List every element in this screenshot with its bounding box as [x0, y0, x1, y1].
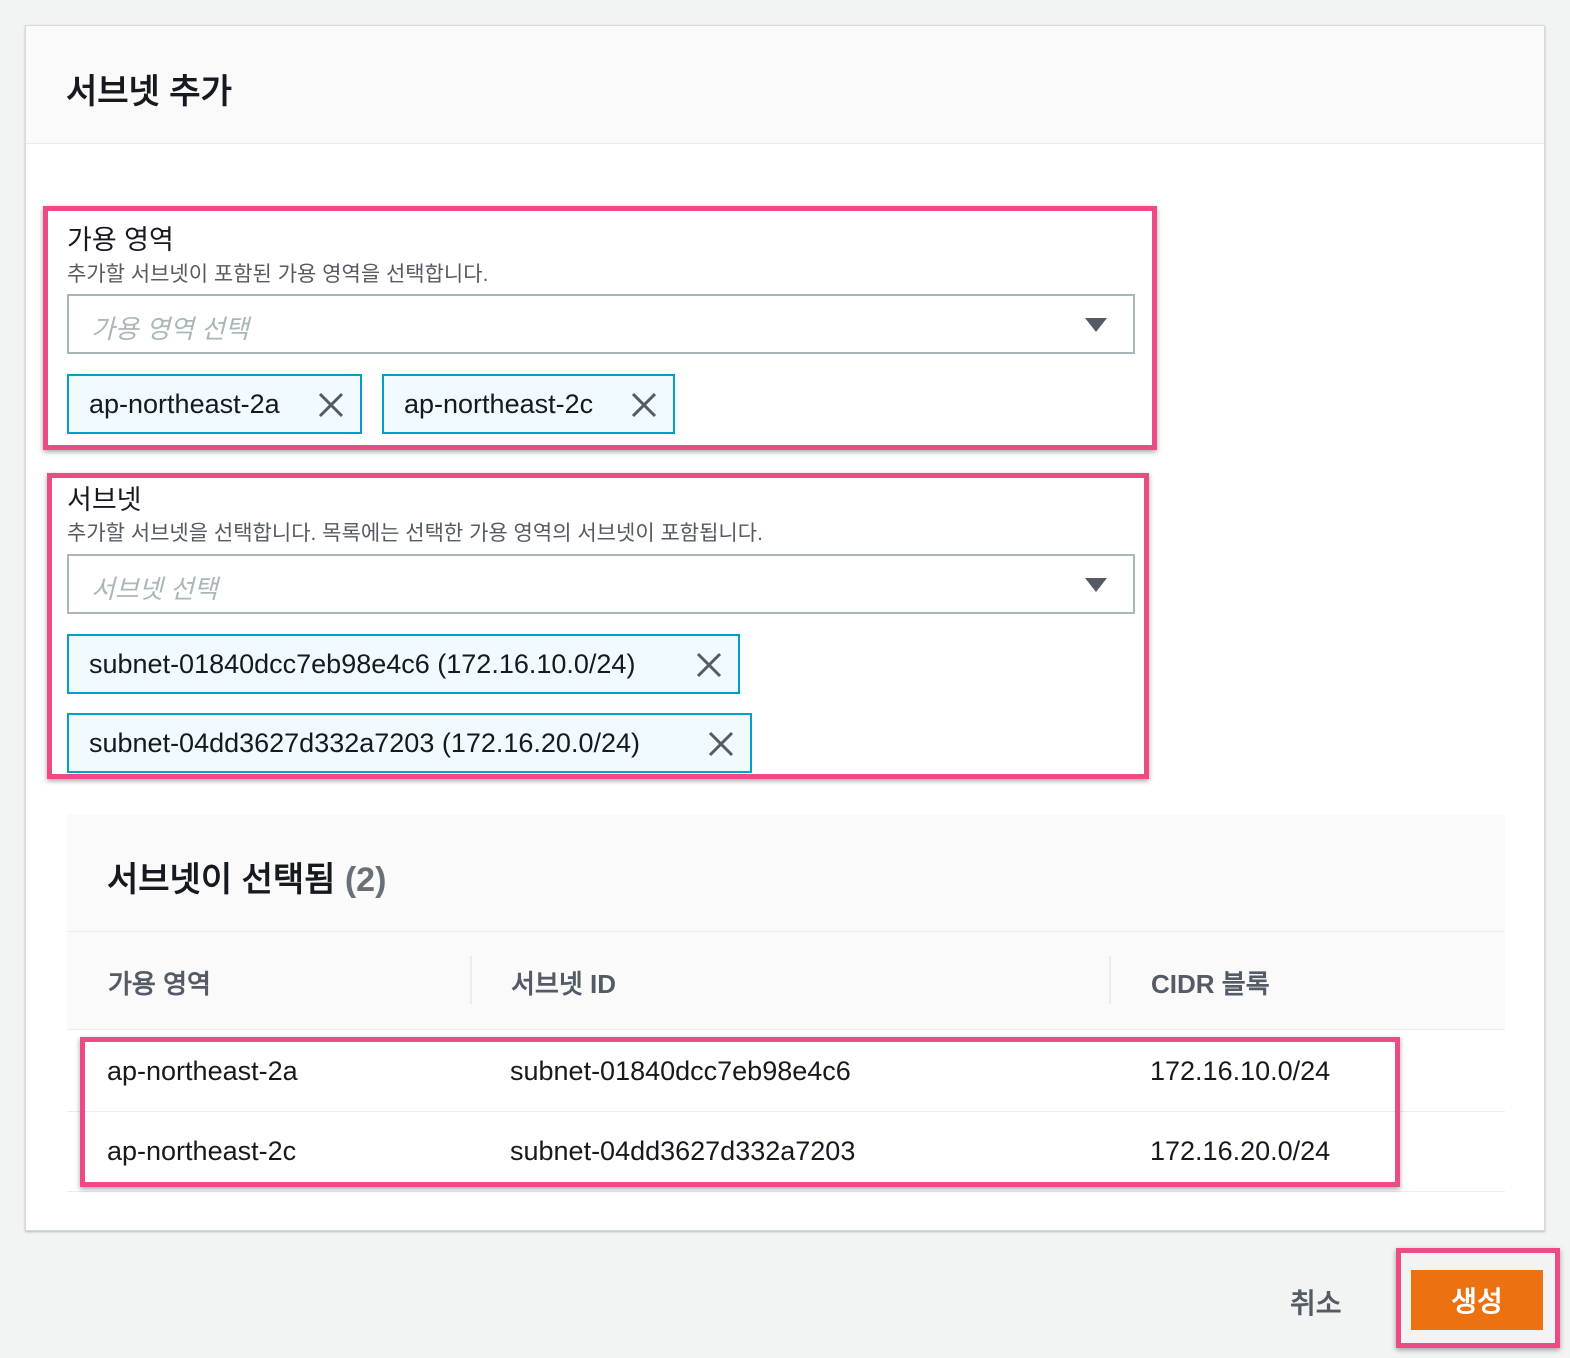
create-button[interactable]: 생성 — [1411, 1270, 1543, 1330]
cell-az: ap-northeast-2c — [107, 1136, 297, 1166]
subnet-token: subnet-04dd3627d332a7203 (172.16.20.0/24… — [67, 713, 752, 773]
column-header-cidr[interactable]: CIDR 블록 — [1151, 964, 1270, 1001]
cell-subnet-id: subnet-01840dcc7eb98e4c6 — [510, 1056, 851, 1086]
close-icon[interactable] — [316, 390, 346, 420]
column-divider[interactable] — [1109, 956, 1111, 1004]
column-header-subnet-id[interactable]: 서브넷 ID — [511, 964, 616, 1001]
column-header-az[interactable]: 가용 영역 — [108, 964, 211, 1001]
az-token-label: ap-northeast-2c — [404, 388, 594, 419]
cell-cidr: 172.16.20.0/24 — [1150, 1136, 1331, 1166]
panel-title: 서브넷 추가 — [66, 73, 232, 111]
panel-header: 서브넷 추가 — [26, 26, 1544, 144]
subnet-token-label: subnet-01840dcc7eb98e4c6 (172.16.10.0/24… — [89, 648, 636, 679]
subnet-token: subnet-01840dcc7eb98e4c6 (172.16.10.0/24… — [67, 634, 740, 694]
az-token: ap-northeast-2c — [382, 374, 675, 434]
selected-subnets-table: 서브넷이 선택됨 (2) 가용 영역 서브넷 ID CIDR 블록 ap-nor… — [67, 814, 1505, 1192]
subnet-field-label: 서브넷 — [67, 485, 142, 515]
column-header-row: 가용 영역 서브넷 ID CIDR 블록 — [67, 932, 1505, 1030]
table-count: (2) — [344, 861, 387, 899]
subnet-field-description: 추가할 서브넷을 선택합니다. 목록에는 선택한 가용 영역의 서브넷이 포함됩… — [67, 522, 763, 545]
table-title: 서브넷이 선택됨 (2) — [107, 852, 386, 901]
close-icon[interactable] — [694, 650, 724, 680]
close-icon[interactable] — [629, 390, 659, 420]
caret-down-icon — [1085, 578, 1107, 592]
caret-down-icon — [1085, 318, 1107, 332]
cancel-button[interactable]: 취소 — [1290, 1282, 1342, 1322]
cell-az: ap-northeast-2a — [107, 1056, 298, 1086]
cell-cidr: 172.16.10.0/24 — [1150, 1056, 1331, 1086]
az-select-placeholder: 가용 영역 선택 — [91, 314, 249, 344]
column-divider[interactable] — [470, 956, 472, 1004]
table-row: ap-northeast-2c subnet-04dd3627d332a7203… — [67, 1112, 1505, 1192]
subnet-select-placeholder: 서브넷 선택 — [91, 574, 218, 604]
subnet-select[interactable]: 서브넷 선택 — [67, 554, 1135, 614]
add-subnet-panel: 서브넷 추가 가용 영역 추가할 서브넷이 포함된 가용 영역을 선택합니다. … — [25, 25, 1545, 1231]
subnet-token-label: subnet-04dd3627d332a7203 (172.16.20.0/24… — [89, 727, 640, 758]
az-field-description: 추가할 서브넷이 포함된 가용 영역을 선택합니다. — [67, 263, 489, 286]
table-title-text: 서브넷이 선택됨 — [107, 861, 336, 899]
az-field-label: 가용 영역 — [67, 225, 174, 255]
cell-subnet-id: subnet-04dd3627d332a7203 — [510, 1136, 856, 1166]
table-row: ap-northeast-2a subnet-01840dcc7eb98e4c6… — [67, 1032, 1505, 1112]
az-token-label: ap-northeast-2a — [89, 388, 280, 419]
az-token: ap-northeast-2a — [67, 374, 362, 434]
az-select[interactable]: 가용 영역 선택 — [67, 294, 1135, 354]
table-header: 서브넷이 선택됨 (2) — [67, 814, 1505, 932]
close-icon[interactable] — [706, 729, 736, 759]
